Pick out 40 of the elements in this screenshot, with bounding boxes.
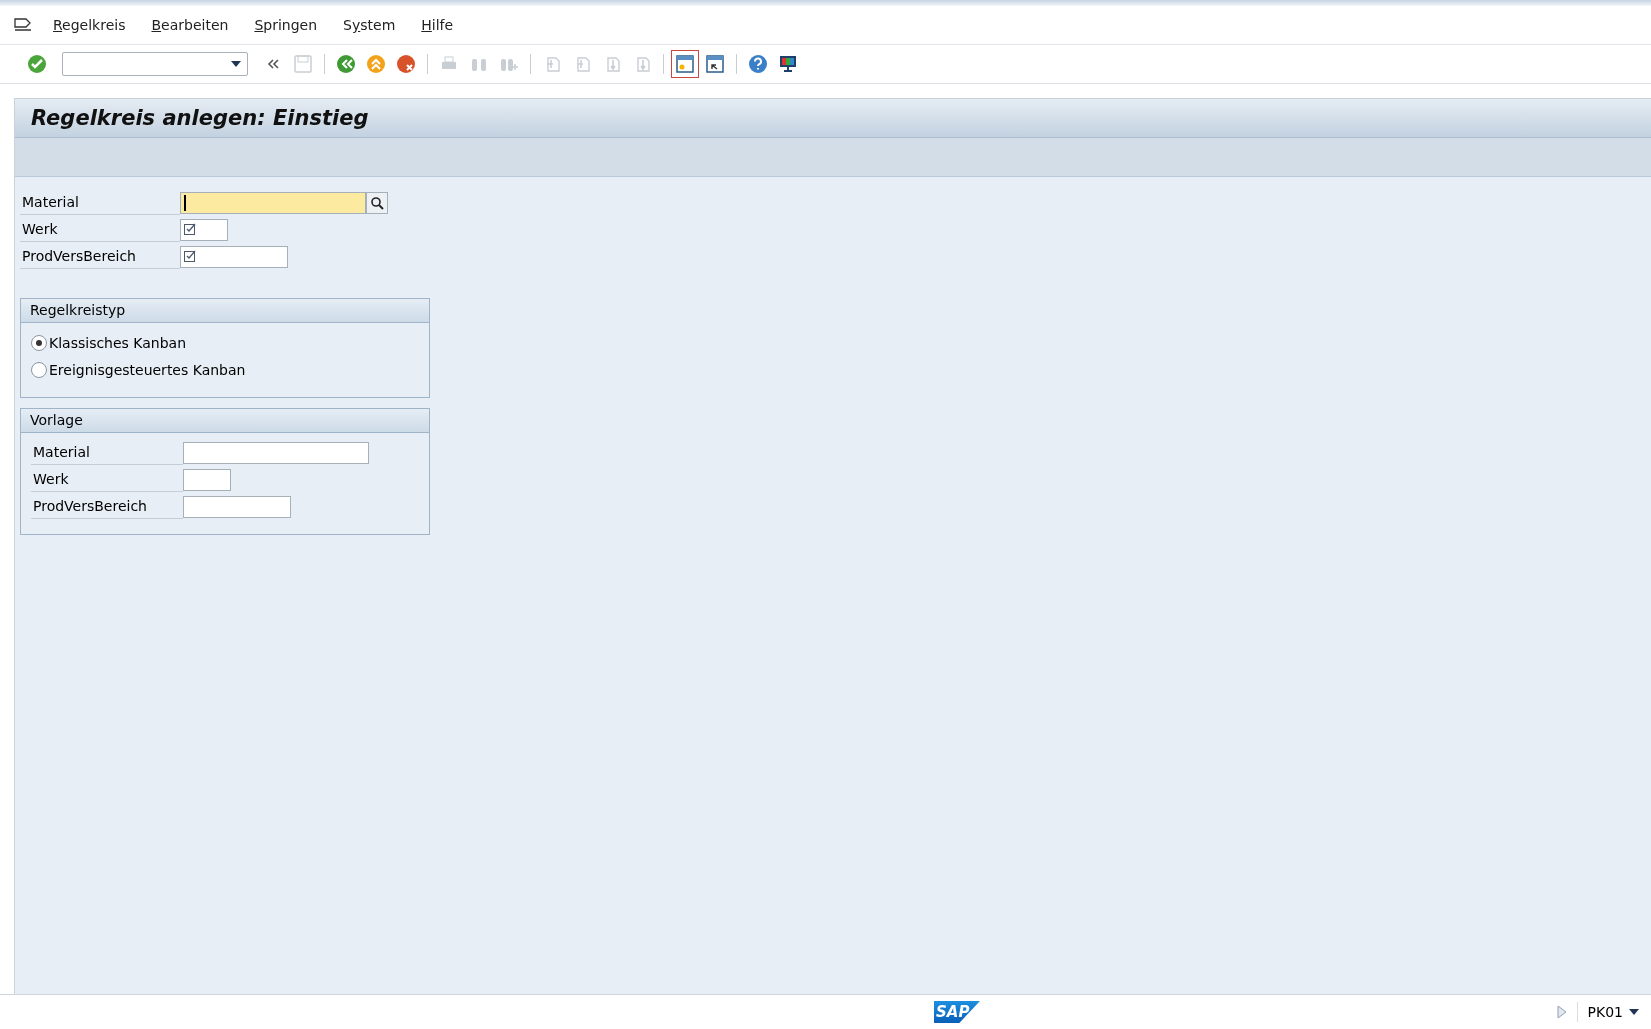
menu-icon[interactable] bbox=[14, 17, 34, 33]
monitor-icon bbox=[778, 54, 798, 74]
dropdown-caret-icon bbox=[231, 61, 241, 67]
command-field[interactable] bbox=[62, 52, 248, 76]
exit-icon bbox=[366, 54, 386, 74]
focused-input-field[interactable] bbox=[180, 191, 366, 214]
text-cursor bbox=[184, 194, 186, 211]
menu-item[interactable]: System bbox=[330, 13, 409, 37]
radio-button[interactable] bbox=[31, 361, 47, 378]
required-checkbox-icon bbox=[184, 223, 197, 236]
required-checkbox-icon bbox=[184, 250, 197, 263]
back-icon bbox=[336, 54, 356, 74]
input-field[interactable] bbox=[183, 468, 231, 491]
menu-item[interactable]: Bearbeiten bbox=[138, 13, 242, 37]
double-chevron-icon bbox=[266, 57, 280, 71]
logo: SAP bbox=[934, 1001, 980, 1023]
menu-item[interactable]: Hilfe bbox=[408, 13, 467, 37]
check-icon bbox=[27, 54, 47, 74]
screen-title: Regelkreis anlegen: Einstieg bbox=[31, 106, 369, 130]
search-icon bbox=[370, 195, 384, 210]
new-window-icon bbox=[675, 54, 695, 74]
menu-item[interactable]: Springen bbox=[241, 13, 331, 37]
input-field[interactable] bbox=[183, 441, 369, 464]
save-icon bbox=[293, 54, 313, 74]
play-triangle-icon[interactable] bbox=[1556, 1005, 1567, 1019]
group-title: Vorlage bbox=[21, 409, 429, 433]
help-icon bbox=[748, 54, 768, 74]
radio-option[interactable]: Ereignisgesteuertes Kanban bbox=[31, 356, 419, 383]
input-field[interactable] bbox=[183, 495, 291, 518]
cancel-icon bbox=[396, 54, 416, 74]
menu-item[interactable]: Regelkreis bbox=[40, 13, 139, 37]
radio-button[interactable] bbox=[31, 334, 47, 351]
input-field[interactable] bbox=[180, 218, 228, 241]
shortcut-window-icon bbox=[705, 54, 725, 74]
group-title: Regelkreistyp bbox=[21, 299, 429, 323]
input-field[interactable] bbox=[180, 245, 288, 268]
dropdown-caret-icon bbox=[1629, 1009, 1639, 1015]
transaction-selector[interactable]: PK01 bbox=[1576, 1002, 1643, 1022]
search-help-button[interactable] bbox=[366, 191, 388, 214]
radio-option[interactable]: Klassisches Kanban bbox=[31, 329, 419, 356]
